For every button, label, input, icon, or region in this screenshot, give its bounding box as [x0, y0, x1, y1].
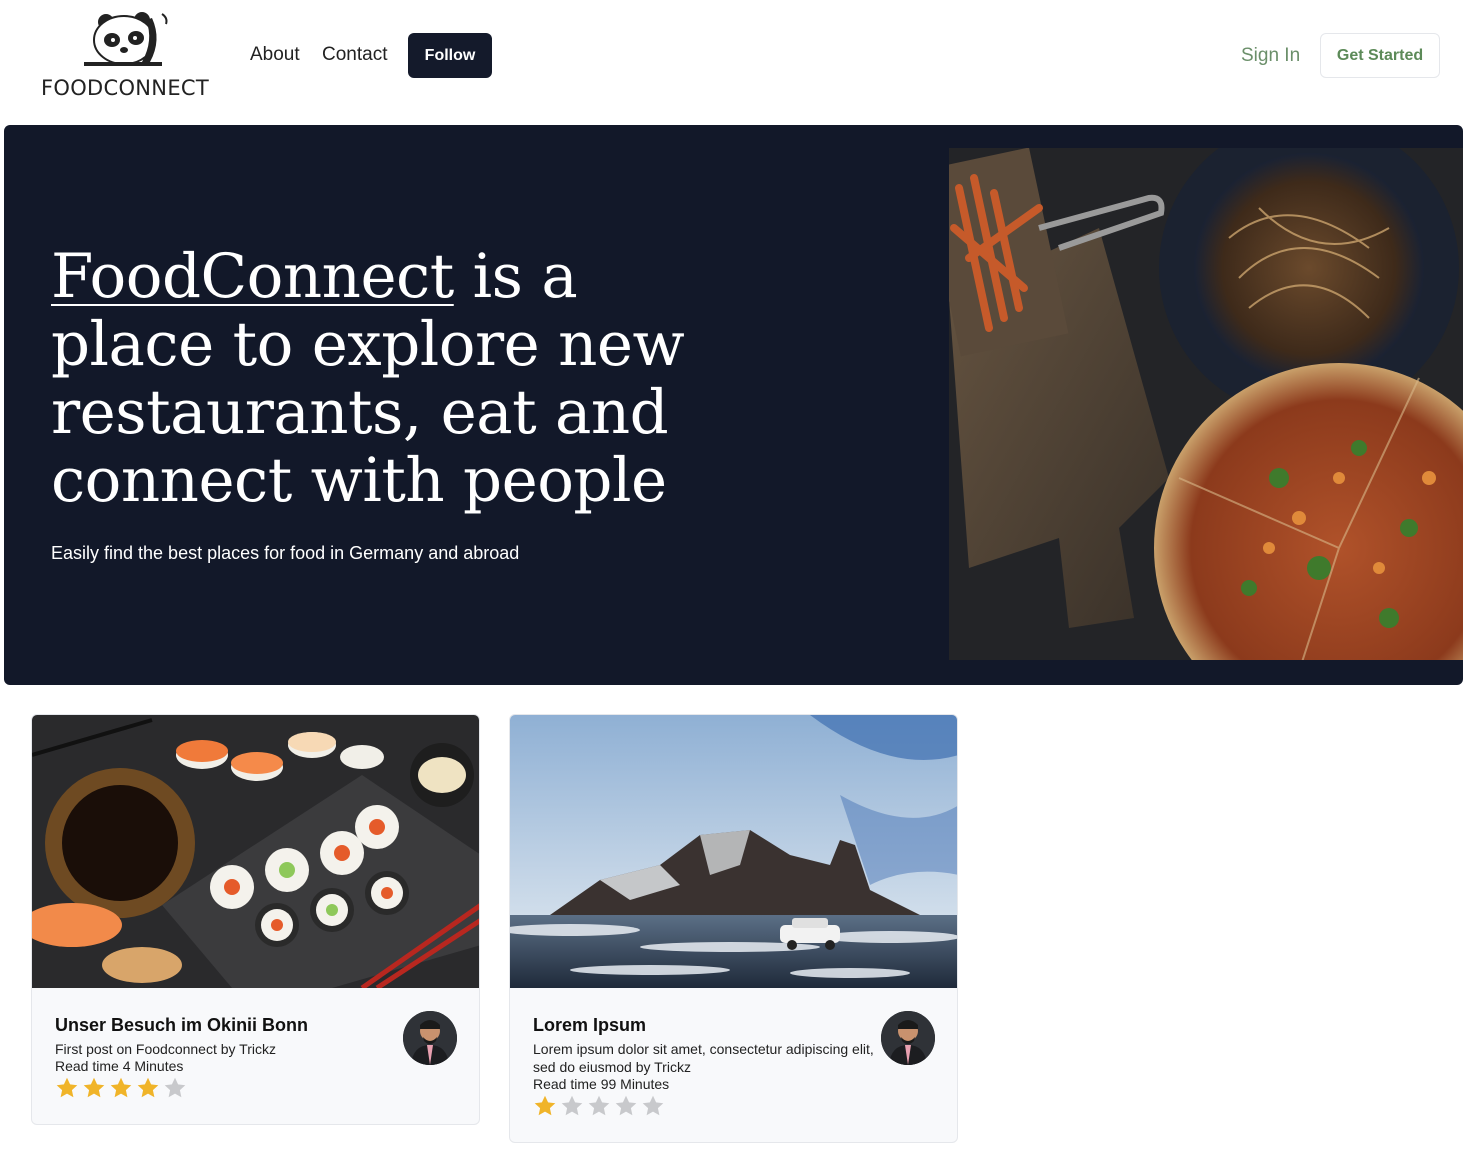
star-empty-icon [615, 1095, 637, 1116]
star-empty-icon [588, 1095, 610, 1116]
author-avatar[interactable] [881, 1011, 935, 1065]
rating-stars [533, 1094, 665, 1118]
star-filled-icon [56, 1077, 78, 1098]
logo-text: FOODCONNECT [41, 76, 209, 100]
hero-section: FoodConnect is a place to explore new re… [4, 125, 1463, 685]
star-filled-icon [534, 1095, 556, 1116]
sushi-image [32, 715, 479, 988]
card-description: First post on Foodconnect by Trickz [55, 1041, 276, 1057]
post-card[interactable]: Unser Besuch im Okinii Bonn First post o… [31, 714, 480, 1125]
site-header: FOODCONNECT About Contact Follow Sign In… [0, 0, 1471, 112]
author-avatar[interactable] [403, 1011, 457, 1065]
star-filled-icon [83, 1077, 105, 1098]
star-empty-icon [561, 1095, 583, 1116]
card-description: Lorem ipsum dolor sit amet, consectetur … [533, 1041, 874, 1075]
card-title[interactable]: Lorem Ipsum [533, 1015, 646, 1036]
star-empty-icon [164, 1077, 186, 1098]
star-filled-icon [110, 1077, 132, 1098]
panda-logo-icon [84, 12, 168, 66]
nav-contact-link[interactable]: Contact [322, 44, 387, 66]
card-title[interactable]: Unser Besuch im Okinii Bonn [55, 1015, 308, 1036]
get-started-button[interactable]: Get Started [1320, 33, 1440, 78]
hero-food-image [949, 148, 1463, 660]
card-read-time: Read time 4 Minutes [55, 1058, 184, 1074]
hero-subtitle: Easily find the best places for food in … [51, 543, 520, 563]
rating-stars [55, 1076, 187, 1100]
follow-button[interactable]: Follow [408, 33, 492, 78]
card-read-time: Read time 99 Minutes [533, 1076, 670, 1092]
logo[interactable]: FOODCONNECT [40, 10, 215, 102]
landscape-image [510, 715, 957, 988]
nav-about-link[interactable]: About [250, 44, 300, 66]
hero-title-brand-link[interactable]: FoodConnect [51, 241, 454, 312]
post-card[interactable]: Lorem Ipsum Lorem ipsum dolor sit amet, … [509, 714, 958, 1143]
star-filled-icon [137, 1077, 159, 1098]
sign-in-link[interactable]: Sign In [1241, 45, 1300, 67]
star-empty-icon [642, 1095, 664, 1116]
hero-title: FoodConnect is a place to explore new re… [51, 243, 711, 515]
